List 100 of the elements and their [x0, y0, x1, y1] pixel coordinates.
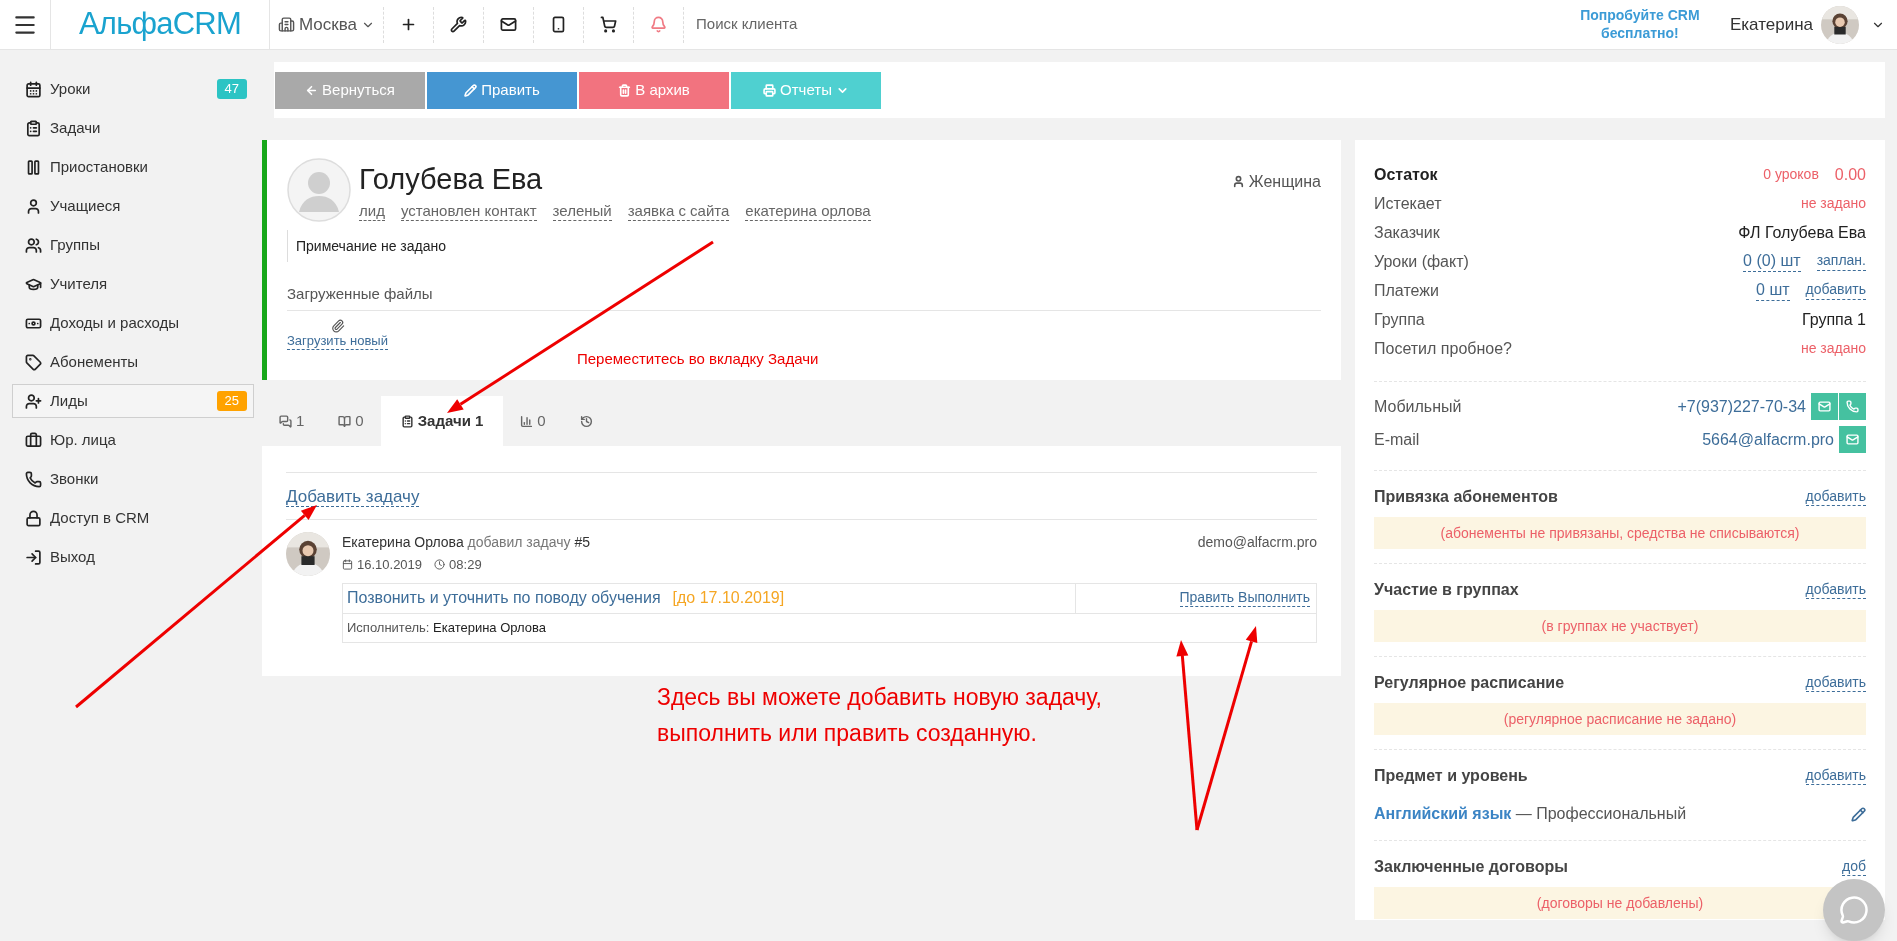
paperclip-icon: [331, 319, 345, 333]
tab[interactable]: 0: [321, 396, 381, 446]
field-label: Остаток: [1374, 164, 1438, 185]
client-tag[interactable]: зеленый: [552, 201, 612, 222]
files-title: Загруженные файлы: [287, 285, 433, 302]
add-link[interactable]: добавить: [1805, 673, 1866, 693]
count-badge: 25: [216, 391, 247, 411]
menu-item-icon: [25, 119, 42, 137]
building-icon: [278, 16, 295, 33]
tab[interactable]: Задачи 1: [380, 396, 504, 446]
tab[interactable]: 0: [503, 396, 563, 446]
task-action-link[interactable]: Править: [1179, 588, 1235, 608]
sidebar-item[interactable]: Юр. лица: [12, 423, 254, 457]
field-value: не задано: [1800, 339, 1866, 358]
tab-icon: [520, 414, 534, 428]
user-name[interactable]: Екатерина: [1729, 11, 1813, 38]
button-icon: [618, 83, 632, 97]
add-link[interactable]: добавить: [1805, 766, 1866, 786]
avatar-icon: [287, 158, 351, 222]
field-value[interactable]: заплан.: [1816, 252, 1866, 271]
client-tag[interactable]: екатерина орлова: [745, 201, 871, 222]
action-button[interactable]: Править: [427, 71, 577, 109]
phone-icon: [1846, 400, 1859, 413]
add-link[interactable]: добавить: [1805, 580, 1866, 600]
sidebar-item[interactable]: Выход: [12, 540, 254, 574]
field-value: ФЛ Голубева Ева: [1738, 222, 1866, 243]
field-label: Истекает: [1374, 193, 1442, 214]
section-title: Заключенные договоры: [1374, 857, 1568, 877]
calendar-icon: [342, 559, 353, 571]
sidebar-item[interactable]: Доступ в CRM: [12, 501, 254, 535]
field-label: Мобильный: [1374, 396, 1462, 417]
button-icon: [763, 83, 777, 97]
task-author-line: Екатерина Орлова добавил задачу #5: [342, 533, 590, 552]
author-email: demo@alfacrm.pro: [1197, 533, 1317, 552]
sidebar-item[interactable]: Приостановки: [12, 150, 254, 184]
sidebar-item[interactable]: Доходы и расходы: [12, 306, 254, 340]
menu-item-icon: [25, 80, 42, 98]
field-label: Платежи: [1374, 280, 1439, 301]
contact-value[interactable]: +7(937)227-70-34: [1677, 394, 1806, 419]
field-label: Заказчик: [1374, 222, 1440, 243]
tab-icon: [338, 414, 352, 428]
tab-icon: [400, 414, 414, 428]
annotation-text: Переместитесь во вкладку Задачи: [577, 349, 819, 369]
add-link[interactable]: добавить: [1805, 487, 1866, 507]
gender-label: Женщина: [1231, 162, 1321, 202]
mail-icon: [1846, 433, 1859, 446]
field-value: не задано: [1800, 194, 1866, 213]
menu-item-icon: [25, 392, 42, 410]
sidebar-item[interactable]: Группы: [12, 228, 254, 262]
menu-item-icon: [25, 353, 42, 371]
sidebar-item[interactable]: Учителя: [12, 267, 254, 301]
sidebar-item[interactable]: Лиды 25: [12, 384, 254, 418]
field-value: 0 уроков: [1763, 165, 1819, 184]
button-icon: [464, 83, 478, 97]
sidebar-item[interactable]: Учащиеся: [12, 189, 254, 223]
field-value: Группа 1: [1801, 309, 1866, 330]
subject-line: Английский язык — Профессиональный: [1374, 804, 1687, 824]
person-icon: [1231, 175, 1245, 189]
section-title: Привязка абонементов: [1374, 487, 1558, 507]
task-time: 08:29: [449, 556, 482, 574]
section-title: Регулярное расписание: [1374, 673, 1565, 693]
clock-icon: [434, 559, 446, 571]
button-icon: [305, 83, 319, 97]
menu-item-icon: [25, 509, 42, 527]
city-dropdown[interactable]: Москва: [299, 11, 358, 38]
count-badge: 47: [216, 79, 247, 99]
task-action-link[interactable]: Выполнить: [1238, 588, 1310, 608]
task-title[interactable]: Позвонить и уточнить по поводу обучения: [347, 586, 661, 610]
field-label: Группа: [1374, 309, 1425, 330]
tab[interactable]: 1: [262, 396, 322, 446]
field-label: Посетил пробное?: [1374, 338, 1512, 359]
task-deadline: [до 17.10.2019]: [672, 588, 785, 608]
logo[interactable]: АльфаCRM: [78, 1, 242, 48]
section-title: Участие в группах: [1374, 580, 1519, 600]
add-link[interactable]: доб: [1842, 857, 1866, 877]
client-tag[interactable]: лид: [359, 201, 385, 222]
field-value[interactable]: добавить: [1805, 281, 1866, 300]
sidebar-item[interactable]: Уроки 47: [12, 72, 254, 106]
client-tag[interactable]: установлен контакт: [400, 201, 537, 222]
menu-item-icon: [25, 197, 42, 215]
client-tag[interactable]: заявка с сайта: [627, 201, 730, 222]
field-value[interactable]: 0 шт: [1756, 280, 1790, 301]
tab-icon: [279, 414, 292, 428]
edit-icon[interactable]: [1851, 806, 1866, 822]
menu-item-icon: [25, 158, 42, 176]
mail-icon: [1818, 400, 1831, 413]
field-value[interactable]: 0 (0) шт: [1743, 251, 1801, 272]
tab-icon: [579, 414, 593, 428]
promo-link[interactable]: Попробуйте CRM бесплатно!: [1569, 7, 1710, 42]
menu-item-icon: [25, 470, 42, 488]
empty-notice: (регулярное расписание не задано): [1374, 703, 1866, 735]
task-date: 16.10.2019: [357, 556, 423, 574]
contact-value[interactable]: 5664@alfacrm.pro: [1702, 427, 1834, 452]
menu-item-icon: [25, 236, 42, 254]
sidebar-item[interactable]: Задачи: [12, 111, 254, 145]
sidebar-item[interactable]: Абонементы: [12, 345, 254, 379]
upload-link[interactable]: Загрузить новый: [287, 333, 388, 351]
section-title: Предмет и уровень: [1374, 766, 1528, 786]
sidebar-item[interactable]: Звонки: [12, 462, 254, 496]
search-field[interactable]: Поиск клиента: [696, 13, 997, 36]
